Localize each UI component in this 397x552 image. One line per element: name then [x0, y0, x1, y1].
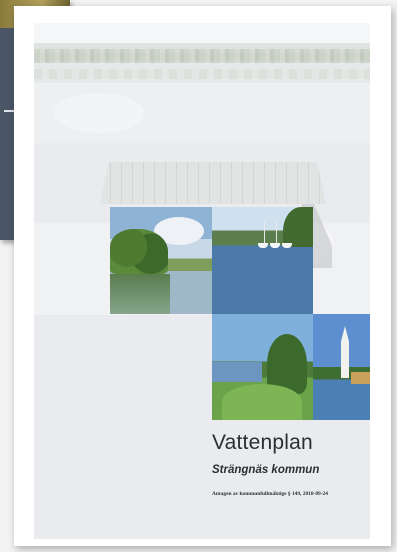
document-cover-page[interactable]: Vattenplan Strängnäs kommun Antagen av k… — [14, 6, 391, 546]
cover-panel: Vattenplan Strängnäs kommun Antagen av k… — [34, 23, 370, 539]
lake-water — [212, 362, 262, 382]
boat — [282, 243, 292, 248]
forested-hill — [283, 207, 313, 247]
tree-cluster — [110, 229, 168, 274]
distant-treeline — [34, 49, 370, 63]
photo-lakeside-trees — [110, 207, 212, 314]
boat — [258, 243, 268, 248]
document-subtitle: Strängnäs kommun — [212, 464, 320, 476]
cloud-reflection — [54, 93, 144, 133]
wooden-jetty-image — [100, 162, 326, 204]
photo-marina-boats — [212, 207, 313, 314]
tree-reflection — [110, 274, 170, 314]
water-reflection — [34, 69, 370, 79]
document-title: Vattenplan — [212, 431, 313, 454]
boat-mast — [264, 221, 265, 245]
photo-park-lawn — [212, 314, 313, 420]
green-lawn — [222, 384, 302, 420]
adoption-note: Antagen av kommunfullmäktige § 149, 2018… — [212, 491, 328, 497]
photo-church-shore — [313, 314, 370, 420]
boat — [270, 243, 280, 248]
boat-mast — [276, 221, 277, 245]
church-spire — [341, 326, 349, 378]
waterfront-house — [351, 372, 370, 384]
